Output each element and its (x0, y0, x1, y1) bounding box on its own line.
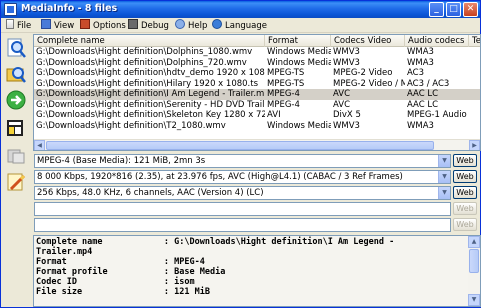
info-line: Format : MPEG-4 (36, 257, 205, 267)
table-row[interactable]: G:\Downloads\Hight definition\Skeleton K… (34, 110, 480, 121)
web-button-text: Web (453, 202, 477, 215)
next-icon[interactable] (5, 89, 27, 111)
options-icon (80, 19, 90, 29)
column-format[interactable]: Format (265, 35, 331, 47)
menu-view[interactable]: View (41, 19, 74, 32)
info-line: Trailer.mp4 (36, 247, 93, 257)
view-icon (41, 19, 51, 29)
refresh-icon[interactable] (5, 145, 27, 167)
table-row-selected[interactable]: G:\Downloads\Hight definition\I Am Legen… (34, 89, 480, 100)
table-row[interactable]: G:\Downloads\Hight definition\Dolphins_1… (34, 47, 480, 58)
audio-stream-select[interactable]: 256 Kbps, 48.0 KHz, 6 channels, AAC (Ver… (34, 186, 451, 200)
web-button-general[interactable]: Web (453, 154, 477, 167)
menu-language[interactable]: Language (212, 19, 267, 32)
table-row[interactable]: G:\Downloads\Hight definition\Serenity -… (34, 100, 480, 111)
info-line: Complete name : G:\Downloads\Hight defin… (36, 237, 395, 247)
web-button-audio[interactable]: Web (453, 186, 477, 199)
info-panel[interactable]: Complete name : G:\Downloads\Hight defin… (33, 235, 481, 307)
audio-stream-text: 256 Kbps, 48.0 KHz, 6 channels, AAC (Ver… (37, 188, 264, 198)
general-stream-text: MPEG-4 (Base Media): 121 MiB, 2mn 3s (37, 156, 206, 166)
info-line: Format profile : Base Media (36, 267, 226, 277)
language-icon (212, 19, 222, 29)
export-icon[interactable] (5, 117, 27, 139)
title-bar[interactable]: MediaInfo - 8 files _ □ ✕ (1, 1, 480, 18)
table-row[interactable]: G:\Downloads\Hight definition\hdtv_demo … (34, 68, 480, 79)
scroll-thumb[interactable] (46, 141, 434, 150)
web-button-chapters: Web (453, 218, 477, 231)
file-list[interactable]: Complete name Format Codecs Video Audio … (33, 34, 481, 151)
web-button-video[interactable]: Web (453, 170, 477, 183)
chevron-down-icon[interactable]: ▼ (438, 171, 450, 183)
minimize-button[interactable]: _ (429, 2, 444, 17)
chevron-down-icon[interactable]: ▼ (438, 187, 450, 199)
chevron-down-icon[interactable]: ▼ (438, 155, 450, 167)
general-stream-select[interactable]: MPEG-4 (Base Media): 121 MiB, 2mn 3s ▼ (34, 154, 451, 168)
edit-icon[interactable] (5, 171, 27, 193)
info-vertical-scrollbar[interactable]: ▲ ▼ (468, 236, 480, 306)
file-icon (6, 19, 14, 29)
info-line: File size : 121 MiB (36, 287, 210, 297)
column-complete-name[interactable]: Complete name (34, 35, 265, 47)
scroll-up-button[interactable]: ▲ (468, 236, 480, 248)
help-icon (175, 19, 185, 29)
scroll-thumb[interactable] (469, 249, 479, 273)
mediainfo-window: MediaInfo - 8 files _ □ ✕ File View Opti… (0, 0, 481, 308)
left-toolbar (1, 34, 31, 307)
maximize-button[interactable]: □ (446, 2, 461, 17)
table-row[interactable]: G:\Downloads\Hight definition\T2_1080.wm… (34, 121, 480, 132)
menu-file[interactable]: File (6, 19, 31, 32)
column-audio-codecs[interactable]: Audio codecs (405, 35, 469, 47)
chapters-stream-select[interactable] (34, 218, 451, 232)
debug-icon (128, 19, 138, 29)
scroll-left-button[interactable]: ◀ (34, 140, 45, 150)
info-line: Codec ID : isom (36, 277, 195, 287)
text-stream-select[interactable] (34, 202, 451, 216)
video-stream-text: 8 000 Kbps, 1920*816 (2.35), at 23.976 f… (37, 172, 403, 182)
video-stream-select[interactable]: 8 000 Kbps, 1920*816 (2.35), at 23.976 f… (34, 170, 451, 184)
menu-help[interactable]: Help (175, 19, 207, 32)
open-folder-icon[interactable] (5, 63, 27, 85)
mediainfo-app-icon (4, 3, 17, 16)
window-title: MediaInfo - 8 files (21, 3, 118, 14)
scroll-right-button[interactable]: ▶ (469, 140, 480, 150)
menu-debug[interactable]: Debug (128, 19, 169, 32)
menu-bar: File View Options Debug Help Language (1, 18, 480, 33)
list-header: Complete name Format Codecs Video Audio … (34, 35, 480, 47)
table-row[interactable]: G:\Downloads\Hight definition\Dolphins_7… (34, 58, 480, 69)
open-file-icon[interactable] (5, 37, 27, 59)
column-text[interactable]: Te (469, 35, 480, 47)
close-button[interactable]: ✕ (463, 2, 478, 17)
scroll-down-button[interactable]: ▼ (468, 294, 480, 306)
menu-options[interactable]: Options (80, 19, 126, 32)
list-horizontal-scrollbar[interactable]: ◀ ▶ (34, 139, 480, 150)
column-codecs-video[interactable]: Codecs Video (331, 35, 405, 47)
table-row[interactable]: G:\Downloads\Hight definition\Hilary 192… (34, 79, 480, 90)
